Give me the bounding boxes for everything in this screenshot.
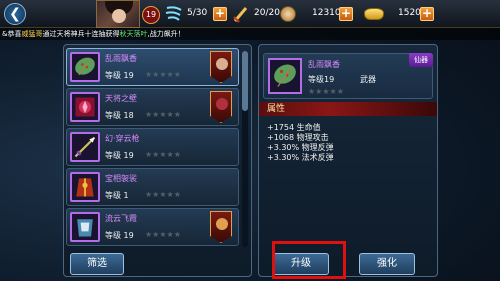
- filter-button[interactable]: 筛选: [70, 253, 124, 275]
- detail-item-type: 武器: [360, 75, 376, 84]
- gold-ingot-icon: [364, 8, 384, 20]
- hero-portrait-icon: [210, 51, 232, 83]
- stamina-value: 5/30: [187, 8, 208, 18]
- hero-portrait-icon: [210, 91, 232, 123]
- star-rating: ★★★★★: [308, 87, 344, 96]
- energy-value: 20/20: [254, 8, 280, 18]
- equipment-list-panel: 乱雨飘香 等级 19 ★★★★★ 天将之壁 等级 18 ★★★★★ 幻·穿云枪 …: [63, 44, 252, 277]
- top-bar: ❮ 19 5/30 + 20/20 12310 + 1520 +: [0, 0, 500, 28]
- back-arrow-icon: ❮: [9, 6, 21, 22]
- list-item[interactable]: 幻·穿云枪 等级 19 ★★★★★: [66, 128, 239, 166]
- list-item[interactable]: 宝相袈裟 等级 1 ★★★★★: [66, 168, 239, 206]
- star-rating: ★★★★★: [145, 110, 181, 119]
- list-item[interactable]: 流云飞霞 等级 19 ★★★★★: [66, 208, 239, 246]
- fan-weapon-icon: [70, 52, 100, 82]
- gold-value: 1520: [398, 8, 421, 18]
- shield-icon: [70, 92, 100, 122]
- gale-icon: [165, 6, 182, 21]
- stamina-stat: 5/30 +: [165, 4, 237, 24]
- fan-weapon-icon: [268, 58, 302, 94]
- list-item[interactable]: 乱雨飘香 等级 19 ★★★★★: [66, 48, 239, 86]
- attribute-line: +1754 生命值: [267, 123, 321, 132]
- attribute-line: +1068 物理攻击: [267, 133, 329, 142]
- silver-value: 12310: [312, 8, 341, 18]
- star-rating: ★★★★★: [145, 150, 181, 159]
- hero-portrait-icon: [210, 211, 232, 243]
- attribute-line: +3.30% 法术反弹: [267, 153, 334, 162]
- add-stamina-button[interactable]: +: [213, 7, 227, 21]
- attribute-line: +3.30% 物理反弹: [267, 143, 334, 152]
- gold-stat: 1520 +: [364, 4, 434, 24]
- spear-icon: [70, 132, 100, 162]
- star-rating: ★★★★★: [145, 190, 181, 199]
- upgrade-highlight-frame: [272, 241, 346, 279]
- sword-icon: [233, 7, 248, 23]
- list-scrollbar[interactable]: [242, 51, 248, 247]
- star-rating: ★★★★★: [145, 70, 181, 79]
- enhance-button[interactable]: 强化: [359, 253, 415, 275]
- attributes-header: 属性: [259, 102, 437, 116]
- scrollbar-thumb[interactable]: [242, 51, 248, 111]
- silver-stat: 12310 +: [280, 4, 360, 24]
- detail-item-level: 等级19: [308, 75, 335, 84]
- add-gold-button[interactable]: +: [420, 7, 434, 21]
- detail-item-name: 乱雨飘香: [308, 60, 340, 69]
- equipment-list[interactable]: 乱雨飘香 等级 19 ★★★★★ 天将之壁 等级 18 ★★★★★ 幻·穿云枪 …: [66, 48, 239, 248]
- player-level-badge: 19: [142, 6, 160, 24]
- armor-icon: [70, 212, 100, 242]
- back-button[interactable]: ❮: [4, 3, 26, 25]
- detail-header: 乱雨飘香 等级19 武器 ★★★★★ 仙器: [263, 53, 433, 99]
- list-item[interactable]: 天将之壁 等级 18 ★★★★★: [66, 88, 239, 126]
- broadcast-ticker: &恭喜威猛哥通过天将神兵十连抽获得秋天落叶,战力飙升！: [0, 28, 500, 40]
- attributes-list: +1754 生命值 +1068 物理攻击 +3.30% 物理反弹 +3.30% …: [267, 123, 334, 163]
- robe-icon: [70, 172, 100, 202]
- star-rating: ★★★★★: [145, 230, 181, 239]
- player-avatar[interactable]: [96, 0, 140, 28]
- coin-icon: [280, 6, 296, 22]
- rarity-tag: 仙器: [409, 53, 433, 67]
- add-silver-button[interactable]: +: [339, 7, 353, 21]
